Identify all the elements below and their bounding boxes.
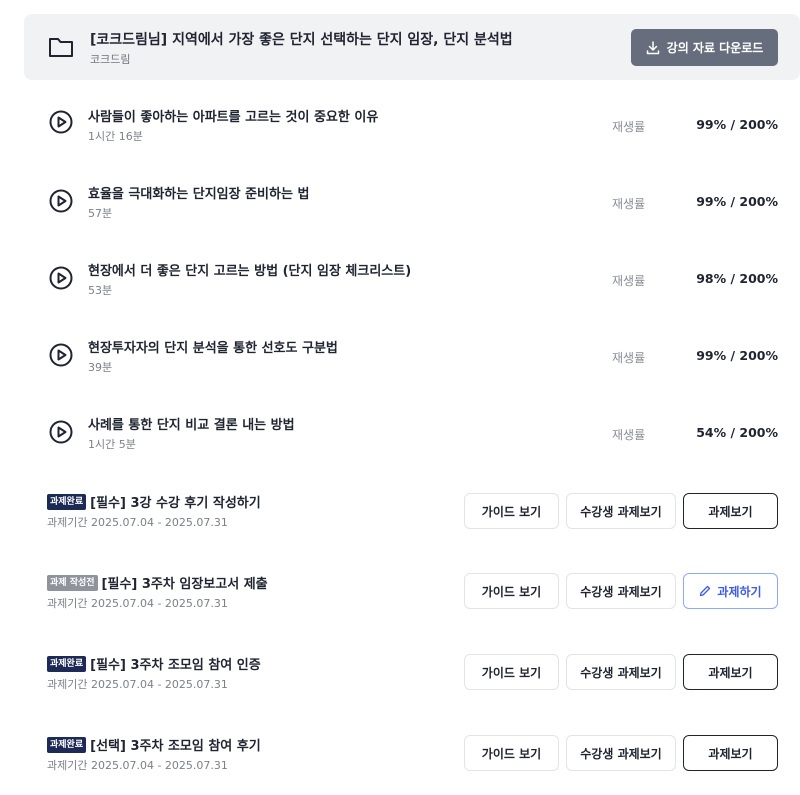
peer-assignments-button[interactable]: 수강생 과제보기 bbox=[566, 654, 676, 690]
folder-icon bbox=[49, 38, 73, 57]
lecture-row[interactable]: 현장투자자의 단지 분석을 통한 선호도 구분법 39분 재생률 99% / 2… bbox=[0, 325, 800, 401]
lecture-row[interactable]: 사례를 통한 단지 비교 결론 내는 방법 1시간 5분 재생률 54% / 2… bbox=[0, 402, 800, 478]
assignment-title: [선택] 3주차 조모임 참여 후기 bbox=[90, 739, 261, 754]
play-rate-label: 재생률 bbox=[612, 351, 646, 365]
play-rate-value: 99% / 200% bbox=[696, 194, 778, 209]
assignment-period: 과제기간 2025.07.04 - 2025.07.31 bbox=[47, 759, 228, 772]
assignment-period: 과제기간 2025.07.04 - 2025.07.31 bbox=[47, 597, 228, 610]
lecture-title: 현장에서 더 좋은 단지 고르는 방법 (단지 임장 체크리스트) bbox=[88, 264, 412, 279]
play-rate-label: 재생률 bbox=[612, 120, 646, 134]
assignment-title: [필수] 3주차 조모임 참여 인증 bbox=[90, 658, 261, 673]
play-circle-icon[interactable] bbox=[49, 110, 73, 134]
lecture-duration: 53분 bbox=[88, 284, 113, 297]
play-rate-value: 99% / 200% bbox=[696, 348, 778, 363]
view-assignment-button[interactable]: 과제보기 bbox=[683, 654, 778, 690]
assignment-row: 과제완료 [필수] 3주차 조모임 참여 인증 과제기간 2025.07.04 … bbox=[0, 654, 800, 714]
course-title: [코크드림님] 지역에서 가장 좋은 단지 선택하는 단지 임장, 단지 분석법 bbox=[90, 32, 513, 48]
course-author: 코크드림 bbox=[90, 53, 131, 66]
assignment-title-line: 과제 작성전 [필수] 3주차 임장보고서 제출 bbox=[47, 573, 268, 592]
play-rate-value: 54% / 200% bbox=[696, 425, 778, 440]
download-icon bbox=[646, 40, 659, 54]
lecture-duration: 1시간 16분 bbox=[88, 130, 143, 143]
lecture-row[interactable]: 현장에서 더 좋은 단지 고르는 방법 (단지 임장 체크리스트) 53분 재생… bbox=[0, 248, 800, 324]
status-badge: 과제완료 bbox=[47, 736, 87, 753]
play-circle-icon[interactable] bbox=[49, 420, 73, 444]
assignment-row: 과제 작성전 [필수] 3주차 임장보고서 제출 과제기간 2025.07.04… bbox=[0, 573, 800, 633]
download-button-label: 강의 자료 다운로드 bbox=[666, 41, 764, 55]
status-badge: 과제완료 bbox=[47, 493, 87, 510]
lecture-duration: 57분 bbox=[88, 207, 113, 220]
peer-assignments-button[interactable]: 수강생 과제보기 bbox=[566, 735, 676, 771]
peer-assignments-button[interactable]: 수강생 과제보기 bbox=[566, 573, 676, 609]
assignment-period: 과제기간 2025.07.04 - 2025.07.31 bbox=[47, 678, 228, 691]
course-header: [코크드림님] 지역에서 가장 좋은 단지 선택하는 단지 임장, 단지 분석법… bbox=[24, 14, 800, 80]
play-rate-label: 재생률 bbox=[612, 428, 646, 442]
assignment-title: [필수] 3주차 임장보고서 제출 bbox=[101, 577, 268, 592]
lecture-duration: 39분 bbox=[88, 361, 113, 374]
assignment-period: 과제기간 2025.07.04 - 2025.07.31 bbox=[47, 516, 228, 529]
view-assignment-button[interactable]: 과제보기 bbox=[683, 493, 778, 529]
pencil-icon bbox=[700, 585, 711, 597]
assignment-title: [필수] 3강 수강 후기 작성하기 bbox=[90, 496, 261, 511]
guide-button[interactable]: 가이드 보기 bbox=[464, 573, 559, 609]
assignment-title-line: 과제완료 [필수] 3강 수강 후기 작성하기 bbox=[47, 492, 261, 511]
do-assignment-button[interactable]: 과제하기 bbox=[683, 573, 778, 609]
do-assignment-label: 과제하기 bbox=[717, 584, 762, 599]
assignment-title-line: 과제완료 [필수] 3주차 조모임 참여 인증 bbox=[47, 654, 261, 673]
play-rate-value: 98% / 200% bbox=[696, 271, 778, 286]
lecture-title: 현장투자자의 단지 분석을 통한 선호도 구분법 bbox=[88, 341, 338, 356]
lecture-duration: 1시간 5분 bbox=[88, 438, 136, 451]
play-rate-value: 99% / 200% bbox=[696, 117, 778, 132]
assignment-row: 과제완료 [선택] 3주차 조모임 참여 후기 과제기간 2025.07.04 … bbox=[0, 735, 800, 795]
guide-button[interactable]: 가이드 보기 bbox=[464, 654, 559, 690]
status-badge: 과제완료 bbox=[47, 655, 87, 672]
play-circle-icon[interactable] bbox=[49, 266, 73, 290]
lecture-title: 효율을 극대화하는 단지임장 준비하는 법 bbox=[88, 187, 310, 202]
play-rate-label: 재생률 bbox=[612, 274, 646, 288]
lecture-title: 사람들이 좋아하는 아파트를 고르는 것이 중요한 이유 bbox=[88, 110, 379, 125]
peer-assignments-button[interactable]: 수강생 과제보기 bbox=[566, 493, 676, 529]
play-circle-icon[interactable] bbox=[49, 189, 73, 213]
download-materials-button[interactable]: 강의 자료 다운로드 bbox=[631, 29, 778, 66]
assignment-title-line: 과제완료 [선택] 3주차 조모임 참여 후기 bbox=[47, 735, 261, 754]
lecture-row[interactable]: 효율을 극대화하는 단지임장 준비하는 법 57분 재생률 99% / 200% bbox=[0, 171, 800, 247]
play-rate-label: 재생률 bbox=[612, 197, 646, 211]
lecture-row[interactable]: 사람들이 좋아하는 아파트를 고르는 것이 중요한 이유 1시간 16분 재생률… bbox=[0, 94, 800, 170]
play-circle-icon[interactable] bbox=[49, 343, 73, 367]
guide-button[interactable]: 가이드 보기 bbox=[464, 735, 559, 771]
guide-button[interactable]: 가이드 보기 bbox=[464, 493, 559, 529]
lecture-title: 사례를 통한 단지 비교 결론 내는 방법 bbox=[88, 418, 295, 433]
view-assignment-button[interactable]: 과제보기 bbox=[683, 735, 778, 771]
status-badge: 과제 작성전 bbox=[47, 574, 98, 591]
assignment-row: 과제완료 [필수] 3강 수강 후기 작성하기 과제기간 2025.07.04 … bbox=[0, 492, 800, 552]
